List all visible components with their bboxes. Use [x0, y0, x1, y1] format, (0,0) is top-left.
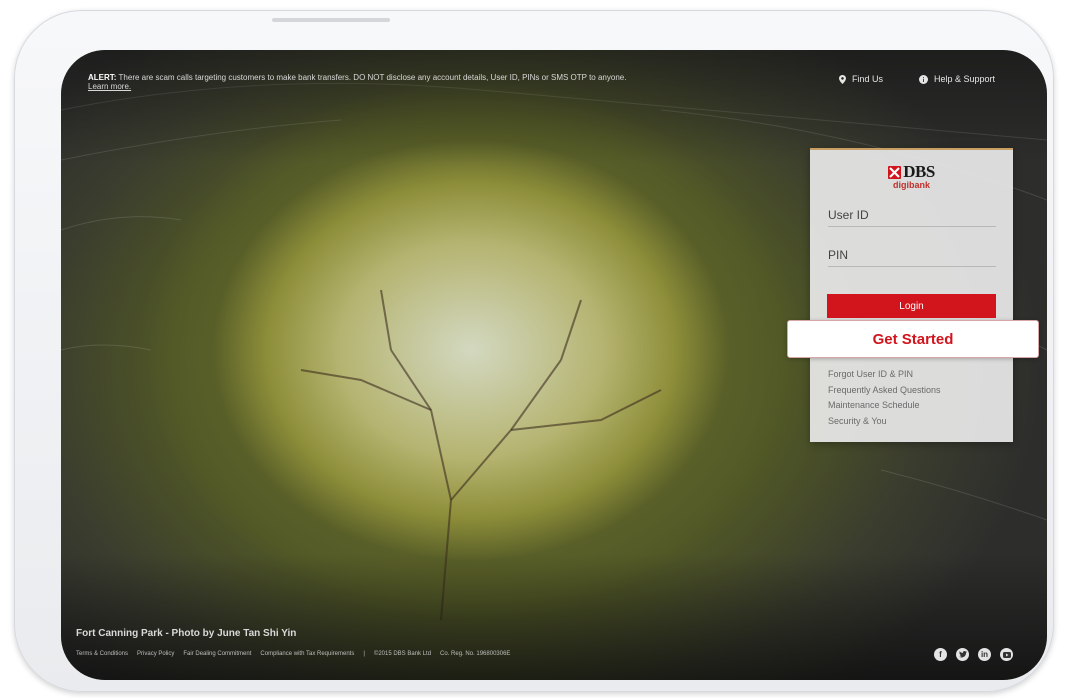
forgot-link[interactable]: Forgot User ID & PIN [828, 367, 941, 383]
privacy-link[interactable]: Privacy Policy [137, 651, 174, 657]
help-links: Forgot User ID & PIN Frequently Asked Qu… [828, 367, 941, 429]
terms-link[interactable]: Terms & Conditions [76, 651, 128, 657]
screen: ALERT: There are scam calls targeting cu… [61, 50, 1047, 680]
info-icon [918, 74, 928, 84]
brand-sub: digibank [892, 180, 930, 190]
tablet-frame: ALERT: There are scam calls targeting cu… [14, 10, 1054, 692]
dbs-star-icon [888, 165, 902, 179]
tax-compliance-link[interactable]: Compliance with Tax Requirements [260, 651, 354, 657]
dbs-logo: DBS digibank [810, 162, 1013, 190]
social-links: f in [934, 648, 1013, 661]
faq-link[interactable]: Frequently Asked Questions [828, 383, 941, 399]
maintenance-link[interactable]: Maintenance Schedule [828, 398, 941, 414]
fair-dealing-link[interactable]: Fair Dealing Commitment [183, 651, 251, 657]
get-started-button[interactable]: Get Started [787, 320, 1039, 358]
security-link[interactable]: Security & You [828, 414, 941, 430]
device-button [272, 18, 390, 22]
pin-field[interactable]: PIN [828, 248, 996, 267]
copyright: ©2015 DBS Bank Ltd [373, 651, 432, 657]
brand-name: DBS [903, 162, 935, 181]
company-reg: Co. Reg. No. 196800306E [440, 651, 511, 657]
alert-prefix: ALERT: [88, 73, 117, 82]
alert-text: There are scam calls targeting customers… [118, 73, 627, 82]
footer: Terms & Conditions Privacy Policy Fair D… [76, 651, 510, 657]
help-support-link[interactable]: Help & Support [918, 74, 995, 84]
top-nav: Find Us Help & Support [838, 74, 995, 84]
login-card: DBS digibank User ID PIN Login Forgot Us… [810, 148, 1013, 442]
user-id-field[interactable]: User ID [828, 208, 996, 227]
login-button[interactable]: Login [827, 294, 996, 318]
help-support-label: Help & Support [933, 74, 995, 84]
location-pin-icon [838, 74, 846, 84]
photo-credit: Fort Canning Park - Photo by June Tan Sh… [76, 628, 297, 639]
find-us-link[interactable]: Find Us [838, 74, 883, 84]
twitter-icon[interactable] [956, 648, 969, 661]
find-us-label: Find Us [851, 74, 883, 84]
footer-separator: | [363, 651, 365, 657]
facebook-icon[interactable]: f [934, 648, 947, 661]
youtube-icon[interactable] [1000, 648, 1013, 661]
linkedin-icon[interactable]: in [978, 648, 991, 661]
learn-more-link[interactable]: Learn more. [88, 82, 688, 91]
scam-alert: ALERT: There are scam calls targeting cu… [88, 73, 688, 91]
